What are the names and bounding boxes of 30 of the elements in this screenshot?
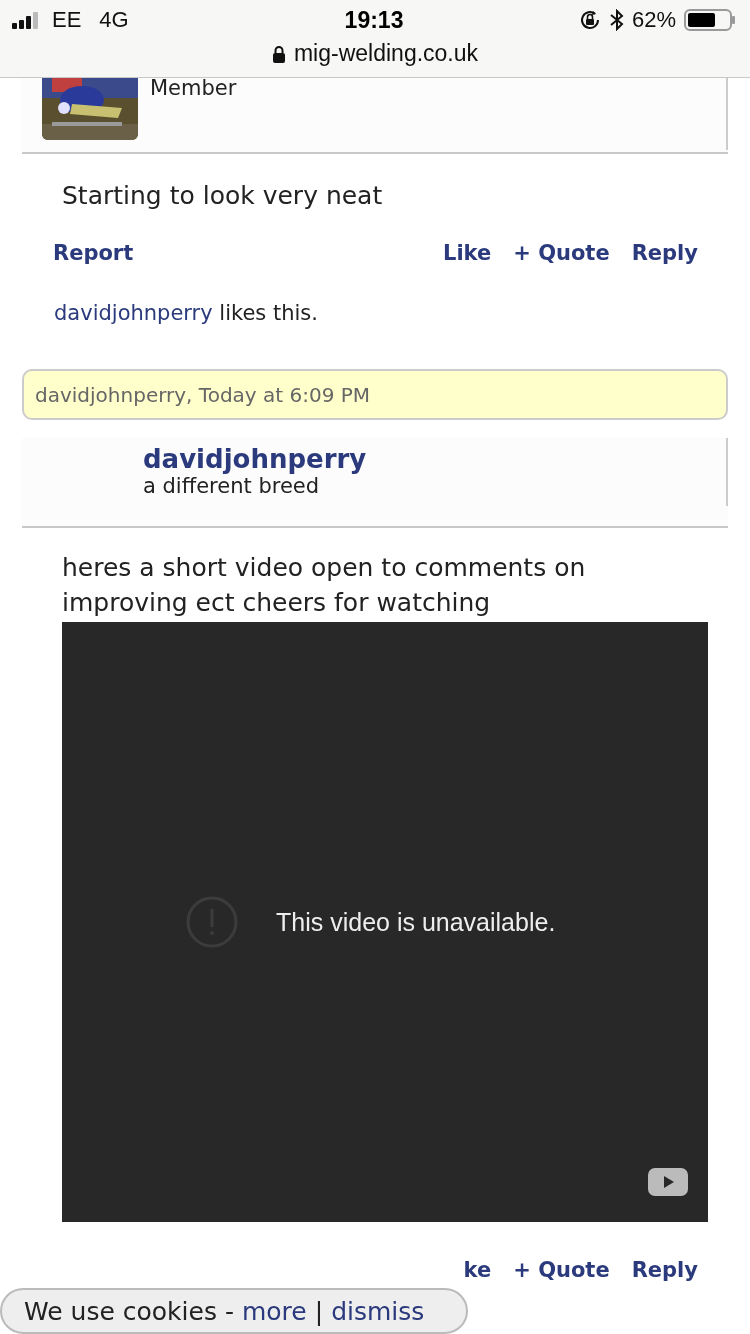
post-action-link[interactable]: Reply [631,241,698,265]
network-label: 4G [99,7,129,33]
separator-text: | [314,1296,324,1326]
post-action-link[interactable]: Like [443,241,492,265]
video-player[interactable]: This video is unavailable. [62,622,708,1222]
username-link[interactable]: davidjohnperry [54,301,213,325]
post-action-link[interactable]: Report [53,241,134,265]
post-action-link[interactable]: ke [463,1258,492,1282]
post-message: Starting to look very neat [62,180,384,212]
post-action-link[interactable]: + Quote [513,241,610,265]
user-title: a different breed [143,474,321,498]
more-link[interactable]: more [241,1296,307,1326]
post-action-link[interactable]: Reply [631,1258,698,1282]
member-title: Member [150,78,237,98]
cookie-text: We use cookies - [24,1296,234,1326]
post-message: heres a short video open to comments on improving ect cheers for watching [62,552,587,619]
post-action-link[interactable]: + Quote [513,1258,610,1282]
dismiss-link[interactable]: dismiss [331,1296,425,1326]
likes-text: likes this. [219,301,318,325]
carrier-label: EE [52,7,82,33]
username-link[interactable]: davidjohnperry [143,444,367,474]
clock: 19:13 [344,6,404,34]
lock-icon [271,44,286,63]
battery-percentage: 62% [631,7,676,33]
url-text[interactable]: mig-welding.co.uk [293,40,479,67]
post-header: davidjohnperry, Today at 6:09 PM [22,369,728,420]
play-logo-icon[interactable] [648,1168,688,1196]
video-error-message: This video is unavailable. [276,907,556,937]
battery-icon [684,9,736,31]
bluetooth-icon [609,9,624,31]
